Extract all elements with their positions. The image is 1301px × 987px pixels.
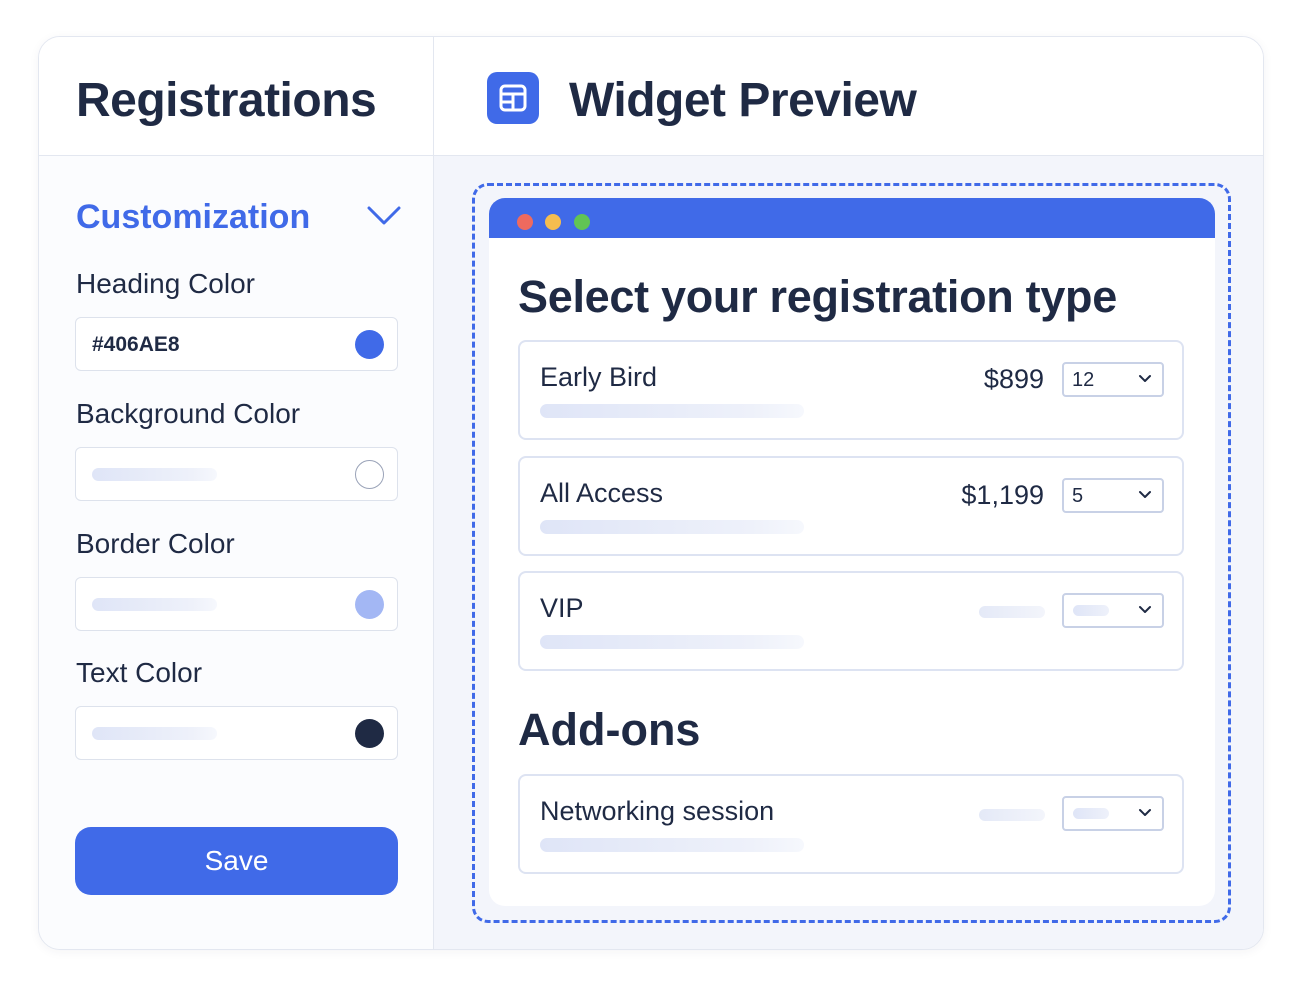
registration-heading: Select your registration type (518, 271, 1117, 322)
text-color-field[interactable] (75, 706, 398, 760)
chevron-down-icon (1139, 809, 1151, 816)
preview-panel: Select your registration type Early Bird… (434, 156, 1263, 949)
placeholder-bar (92, 727, 217, 740)
quantity-placeholder (1073, 605, 1109, 616)
close-dot-icon[interactable] (517, 214, 533, 230)
page-title: Registrations (76, 74, 377, 127)
price-placeholder (979, 606, 1045, 618)
quantity-value: 12 (1072, 369, 1095, 391)
heading-color-swatch[interactable] (355, 330, 384, 359)
heading-color-label: Heading Color (76, 268, 255, 299)
customization-heading[interactable]: Customization (76, 198, 310, 237)
quantity-placeholder (1073, 808, 1109, 819)
chevron-down-icon (1139, 375, 1151, 382)
text-color-label: Text Color (76, 657, 203, 688)
addons-heading: Add-ons (518, 704, 701, 755)
quantity-select[interactable] (1062, 593, 1164, 628)
description-bar (540, 404, 804, 418)
save-button[interactable]: Save (75, 827, 398, 895)
description-bar (540, 520, 804, 534)
preview-title: Widget Preview (569, 74, 917, 127)
placeholder-bar (92, 468, 217, 481)
heading-color-field[interactable]: #406AE8 (75, 317, 398, 371)
price-placeholder (979, 809, 1045, 821)
left-header: Registrations (39, 37, 434, 156)
border-color-label: Border Color (76, 528, 235, 559)
right-header: Widget Preview (434, 37, 1263, 156)
registration-option[interactable]: Early Bird $899 12 (518, 340, 1184, 440)
addon-name: Networking session (540, 796, 775, 826)
option-price: $1,199 (961, 480, 1044, 510)
main-card: Registrations Widget Preview Customizati… (38, 36, 1264, 950)
option-name: Early Bird (540, 362, 658, 392)
option-name: VIP (540, 593, 584, 623)
widget-window: Select your registration type Early Bird… (489, 198, 1215, 906)
background-color-swatch[interactable] (355, 460, 384, 489)
quantity-select[interactable] (1062, 796, 1164, 831)
text-color-swatch[interactable] (355, 719, 384, 748)
description-bar (540, 635, 804, 649)
window-titlebar (489, 198, 1215, 238)
heading-color-value: #406AE8 (92, 333, 180, 356)
maximize-dot-icon[interactable] (574, 214, 590, 230)
chevron-down-icon (1139, 491, 1151, 498)
background-color-field[interactable] (75, 447, 398, 501)
registration-option[interactable]: All Access $1,199 5 (518, 456, 1184, 556)
addon-option[interactable]: Networking session (518, 774, 1184, 874)
background-color-label: Background Color (76, 398, 301, 429)
border-color-swatch[interactable] (355, 590, 384, 619)
layout-icon (487, 72, 539, 124)
customization-panel: Customization Heading Color #406AE8 Back… (39, 156, 434, 949)
option-name: All Access (540, 478, 664, 508)
registration-option[interactable]: VIP (518, 571, 1184, 671)
chevron-down-icon[interactable] (367, 206, 401, 226)
description-bar (540, 838, 804, 852)
placeholder-bar (92, 598, 217, 611)
chevron-down-icon (1139, 606, 1151, 613)
quantity-select[interactable]: 12 (1062, 362, 1164, 397)
option-price: $899 (983, 364, 1044, 394)
quantity-select[interactable]: 5 (1062, 478, 1164, 513)
border-color-field[interactable] (75, 577, 398, 631)
minimize-dot-icon[interactable] (545, 214, 561, 230)
quantity-value: 5 (1072, 485, 1084, 507)
